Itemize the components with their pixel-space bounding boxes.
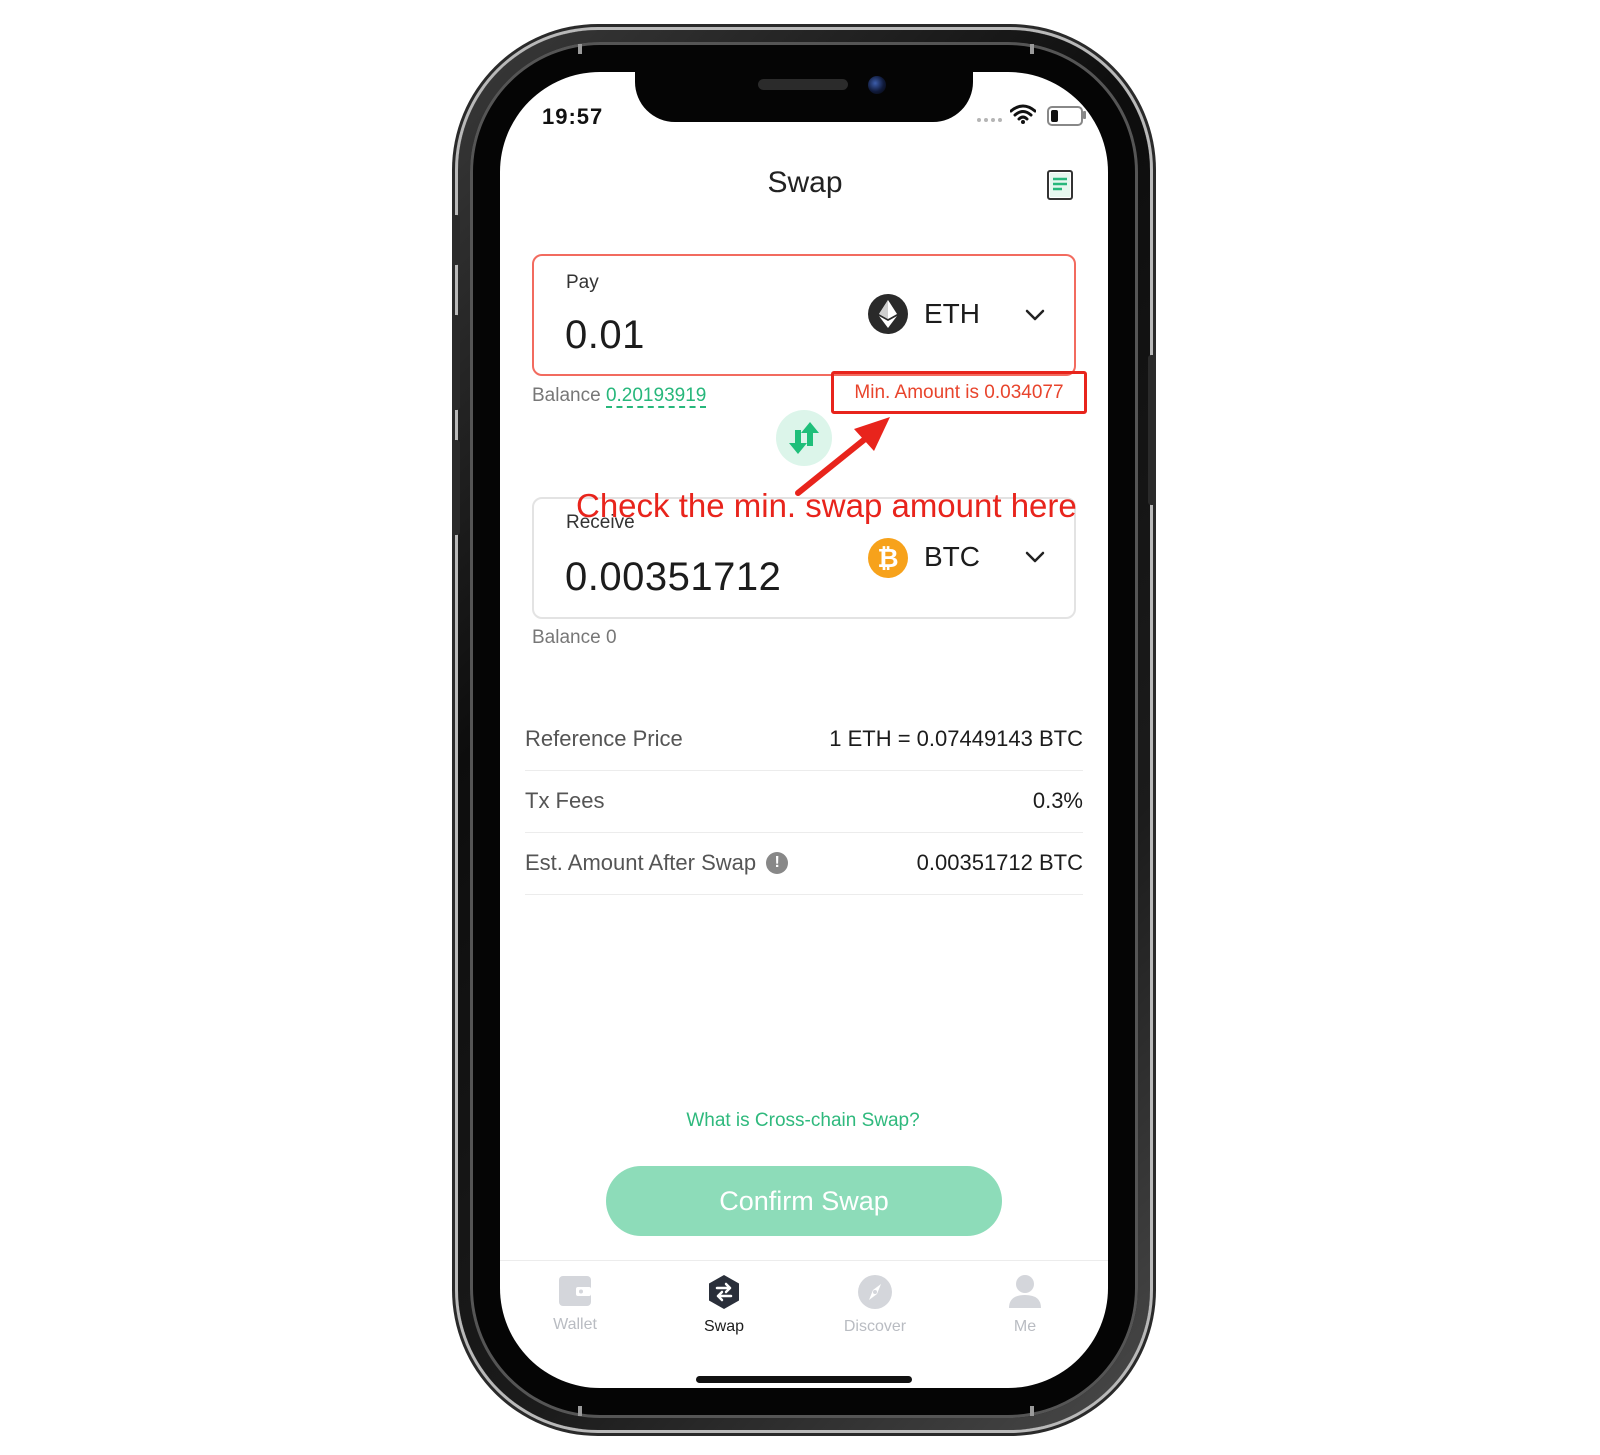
receive-balance: Balance 0	[532, 627, 617, 648]
pay-label: Pay	[566, 272, 599, 293]
chevron-down-icon[interactable]	[1024, 546, 1046, 568]
receive-token-name[interactable]: BTC	[924, 541, 980, 573]
detail-label: Tx Fees	[525, 788, 605, 813]
detail-value: 0.00351712 BTC	[916, 850, 1083, 875]
tab-me[interactable]: Me	[970, 1274, 1080, 1336]
detail-row-est-amount: Est. Amount After Swap ! 0.00351712 BTC	[525, 832, 1083, 895]
home-indicator	[696, 1376, 912, 1383]
user-icon	[1009, 1275, 1041, 1308]
antenna-line	[578, 1406, 582, 1416]
detail-label: Reference Price	[525, 726, 683, 751]
pay-balance-label: Balance	[532, 385, 601, 406]
antenna-line	[578, 44, 582, 54]
tab-label: Me	[1013, 1318, 1037, 1335]
tab-label: Wallet	[553, 1316, 597, 1333]
silent-switch	[452, 215, 460, 265]
tab-wallet[interactable]: Wallet	[520, 1274, 630, 1334]
cellular-signal-icon	[977, 118, 1002, 122]
earpiece-speaker	[758, 79, 848, 90]
tab-bar-divider	[500, 1260, 1108, 1261]
min-amount-warning: Min. Amount is 0.034077	[854, 381, 1064, 403]
compass-icon	[858, 1275, 892, 1309]
detail-value: 0.3%	[1032, 788, 1083, 813]
tab-label: Swap	[703, 1318, 745, 1335]
status-time: 19:57	[542, 104, 604, 129]
power-button	[1148, 355, 1156, 505]
pay-token-name[interactable]: ETH	[924, 298, 980, 330]
antenna-line	[1030, 1406, 1034, 1416]
annotation-text: Check the min. swap amount here	[576, 487, 1077, 524]
btc-icon: ₿	[868, 538, 908, 578]
cross-chain-swap-help-link[interactable]: What is Cross-chain Swap?	[600, 1110, 1006, 1132]
document-list-icon[interactable]	[1046, 169, 1074, 201]
chevron-down-icon[interactable]	[1024, 304, 1046, 326]
detail-row-reference-price: Reference Price 1 ETH = 0.07449143 BTC	[525, 708, 1083, 771]
tab-swap[interactable]: Swap	[669, 1274, 779, 1336]
wallet-icon	[559, 1276, 591, 1306]
swap-icon	[709, 1275, 739, 1309]
annotation-arrow	[795, 417, 890, 496]
eth-icon	[868, 294, 908, 334]
tab-label: Discover	[843, 1318, 907, 1335]
detail-row-tx-fees: Tx Fees 0.3%	[525, 770, 1083, 833]
antenna-line	[1030, 44, 1034, 54]
notch	[635, 60, 973, 122]
tab-discover[interactable]: Discover	[820, 1274, 930, 1336]
detail-label-wrapper: Est. Amount After Swap !	[525, 850, 789, 876]
pay-balance-value[interactable]: 0.20193919	[605, 385, 707, 408]
pay-amount-input[interactable]: 0.01	[565, 313, 645, 358]
battery-icon	[1047, 106, 1083, 126]
info-icon[interactable]: !	[766, 852, 789, 874]
volume-up-button	[452, 315, 460, 410]
battery-tip	[1083, 111, 1086, 119]
detail-value: 1 ETH = 0.07449143 BTC	[829, 726, 1083, 751]
detail-label: Est. Amount After Swap	[525, 850, 757, 875]
pay-balance: Balance 0.20193919	[532, 385, 707, 408]
wifi-icon	[1010, 104, 1036, 124]
front-camera	[868, 76, 886, 94]
receive-amount: 0.00351712	[565, 555, 782, 599]
page-title: Swap	[767, 166, 843, 199]
volume-down-button	[452, 440, 460, 535]
confirm-swap-button[interactable]: Confirm Swap	[606, 1166, 1002, 1236]
